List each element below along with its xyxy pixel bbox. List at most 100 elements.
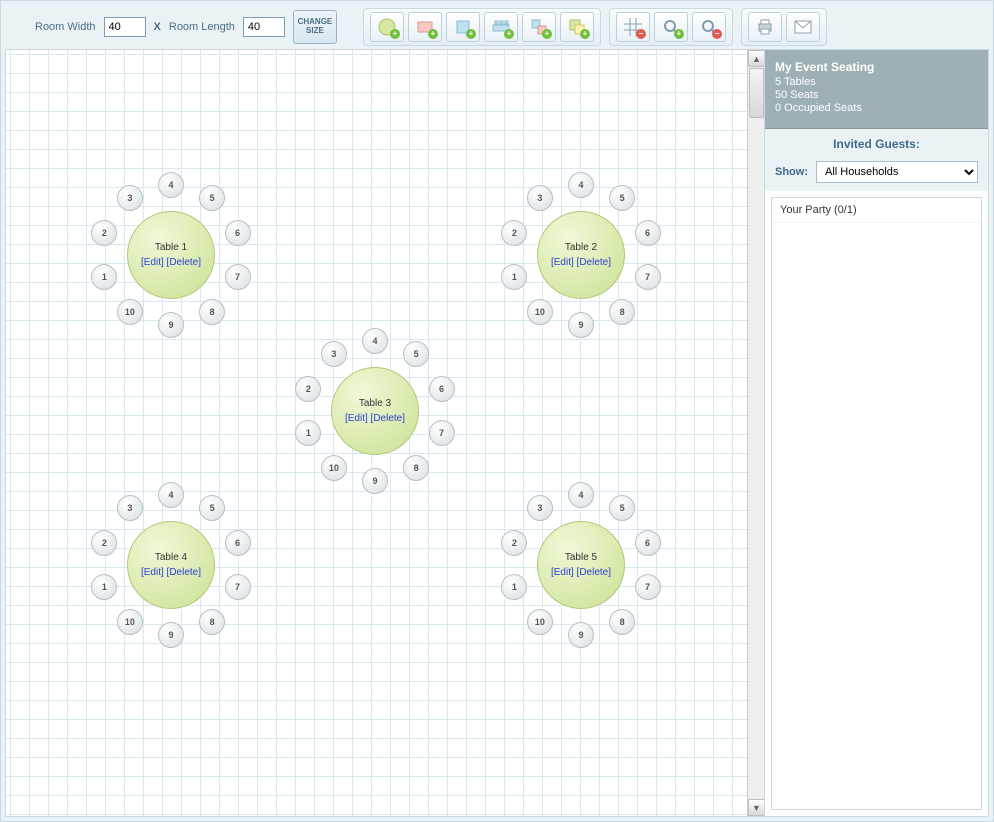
table-links: [Edit] [Delete] bbox=[141, 567, 201, 578]
table[interactable]: Table 3[Edit] [Delete] 1 23456 789 10 bbox=[290, 326, 460, 496]
delete-link[interactable]: [Delete] bbox=[167, 567, 201, 578]
seat[interactable]: 9 bbox=[158, 312, 184, 338]
seat[interactable]: 5 bbox=[609, 495, 635, 521]
seat[interactable]: 10 bbox=[321, 455, 347, 481]
edit-link[interactable]: [Edit] bbox=[551, 567, 574, 578]
email-button[interactable] bbox=[786, 12, 820, 42]
seat[interactable]: 2 bbox=[501, 530, 527, 556]
seat[interactable]: 4 bbox=[158, 172, 184, 198]
edit-link[interactable]: [Edit] bbox=[141, 257, 164, 268]
seat[interactable]: 8 bbox=[609, 609, 635, 635]
add-head-table-button[interactable]: + bbox=[484, 12, 518, 42]
seat[interactable]: 10 bbox=[527, 299, 553, 325]
seat[interactable]: 5 bbox=[403, 341, 429, 367]
delete-link[interactable]: [Delete] bbox=[577, 567, 611, 578]
seat[interactable]: 7 bbox=[635, 264, 661, 290]
table-top[interactable]: Table 2 [Edit] [Delete] bbox=[537, 211, 625, 299]
seat[interactable]: 9 bbox=[568, 312, 594, 338]
add-multi-table-button[interactable]: + bbox=[522, 12, 556, 42]
table-top[interactable]: Table 5[Edit] [Delete] bbox=[537, 521, 625, 609]
table-top[interactable]: Table 3[Edit] [Delete] bbox=[331, 367, 419, 455]
seat[interactable]: 1 bbox=[501, 264, 527, 290]
seat[interactable]: 10 bbox=[117, 299, 143, 325]
seat[interactable]: 8 bbox=[199, 299, 225, 325]
seat[interactable]: 9 bbox=[568, 622, 594, 648]
show-filter-row: Show: All Households bbox=[765, 157, 988, 191]
seat[interactable]: 5 bbox=[199, 185, 225, 211]
seat[interactable]: 7 bbox=[635, 574, 661, 600]
table-name: Table 2 bbox=[565, 242, 597, 253]
seating-canvas[interactable]: Table 1[Edit] [Delete]12345678910Table 2… bbox=[5, 49, 765, 817]
scroll-down-button[interactable]: ▼ bbox=[748, 799, 765, 816]
seat[interactable]: 1 bbox=[91, 264, 117, 290]
edit-link[interactable]: [Edit] bbox=[141, 567, 164, 578]
seat[interactable]: 4 bbox=[568, 482, 594, 508]
seat[interactable]: 4 bbox=[158, 482, 184, 508]
guest-list-item[interactable]: Your Party (0/1) bbox=[772, 198, 981, 223]
seat[interactable]: 1 bbox=[91, 574, 117, 600]
toolbar: Room Width X Room Length CHANGE SIZE + +… bbox=[5, 5, 989, 49]
seat[interactable]: 8 bbox=[199, 609, 225, 635]
room-mult: X bbox=[154, 21, 161, 33]
seat[interactable]: 2 bbox=[91, 220, 117, 246]
seat[interactable]: 6 bbox=[635, 220, 661, 246]
seat[interactable]: 2 bbox=[295, 376, 321, 402]
seat[interactable]: 3 bbox=[527, 495, 553, 521]
seat[interactable]: 2 bbox=[91, 530, 117, 556]
table[interactable]: Table 1[Edit] [Delete] 1 23456 789 10 bbox=[86, 170, 256, 340]
room-length-input[interactable] bbox=[243, 17, 285, 37]
seat[interactable]: 10 bbox=[117, 609, 143, 635]
table[interactable]: Table 5[Edit] [Delete] 1 23456 789 10 bbox=[496, 480, 666, 650]
table-top[interactable]: Table 4[Edit] [Delete] bbox=[127, 521, 215, 609]
show-filter-select[interactable]: All Households bbox=[816, 161, 978, 183]
seat[interactable]: 3 bbox=[117, 185, 143, 211]
add-shape-button[interactable]: + bbox=[560, 12, 594, 42]
seat[interactable]: 9 bbox=[362, 468, 388, 494]
seat[interactable]: 8 bbox=[403, 455, 429, 481]
zoom-out-button[interactable]: − bbox=[692, 12, 726, 42]
canvas-scrollbar[interactable]: ▲ ▼ bbox=[747, 50, 764, 816]
seat[interactable]: 3 bbox=[527, 185, 553, 211]
seat[interactable]: 1 bbox=[295, 420, 321, 446]
table[interactable]: Table 2 [Edit] [Delete] 1 23456 789 10 bbox=[496, 170, 666, 340]
delete-link[interactable]: [Delete] bbox=[371, 413, 405, 424]
seat[interactable]: 5 bbox=[199, 495, 225, 521]
zoom-in-button[interactable]: + bbox=[654, 12, 688, 42]
scroll-thumb[interactable] bbox=[749, 68, 764, 118]
edit-link[interactable]: [Edit] bbox=[551, 257, 574, 268]
seat[interactable]: 4 bbox=[568, 172, 594, 198]
seat[interactable]: 10 bbox=[527, 609, 553, 635]
seat[interactable]: 9 bbox=[158, 622, 184, 648]
edit-link[interactable]: [Edit] bbox=[345, 413, 368, 424]
seat[interactable]: 7 bbox=[225, 574, 251, 600]
change-size-button[interactable]: CHANGE SIZE bbox=[293, 10, 337, 44]
table-links: [Edit] [Delete] bbox=[551, 567, 611, 578]
seat[interactable]: 6 bbox=[225, 220, 251, 246]
delete-link[interactable]: [Delete] bbox=[167, 257, 201, 268]
table-top[interactable]: Table 1[Edit] [Delete] bbox=[127, 211, 215, 299]
room-width-input[interactable] bbox=[104, 17, 146, 37]
room-width-label: Room Width bbox=[35, 21, 96, 33]
seat[interactable]: 6 bbox=[429, 376, 455, 402]
plus-icon: + bbox=[504, 29, 514, 39]
seat[interactable]: 5 bbox=[609, 185, 635, 211]
seat[interactable]: 1 bbox=[501, 574, 527, 600]
grid-remove-button[interactable]: − bbox=[616, 12, 650, 42]
seat[interactable]: 3 bbox=[117, 495, 143, 521]
seat[interactable]: 6 bbox=[635, 530, 661, 556]
guest-list[interactable]: Your Party (0/1) bbox=[771, 197, 982, 810]
scroll-up-button[interactable]: ▲ bbox=[748, 50, 765, 67]
seat[interactable]: 6 bbox=[225, 530, 251, 556]
seat[interactable]: 3 bbox=[321, 341, 347, 367]
delete-link[interactable]: [Delete] bbox=[577, 257, 611, 268]
add-round-table-button[interactable]: + bbox=[370, 12, 404, 42]
add-rect-table-button[interactable]: + bbox=[408, 12, 442, 42]
seat[interactable]: 7 bbox=[429, 420, 455, 446]
seat[interactable]: 7 bbox=[225, 264, 251, 290]
seat[interactable]: 4 bbox=[362, 328, 388, 354]
table[interactable]: Table 4[Edit] [Delete] 1 23456 789 10 bbox=[86, 480, 256, 650]
print-button[interactable] bbox=[748, 12, 782, 42]
add-square-table-button[interactable]: + bbox=[446, 12, 480, 42]
seat[interactable]: 2 bbox=[501, 220, 527, 246]
seat[interactable]: 8 bbox=[609, 299, 635, 325]
